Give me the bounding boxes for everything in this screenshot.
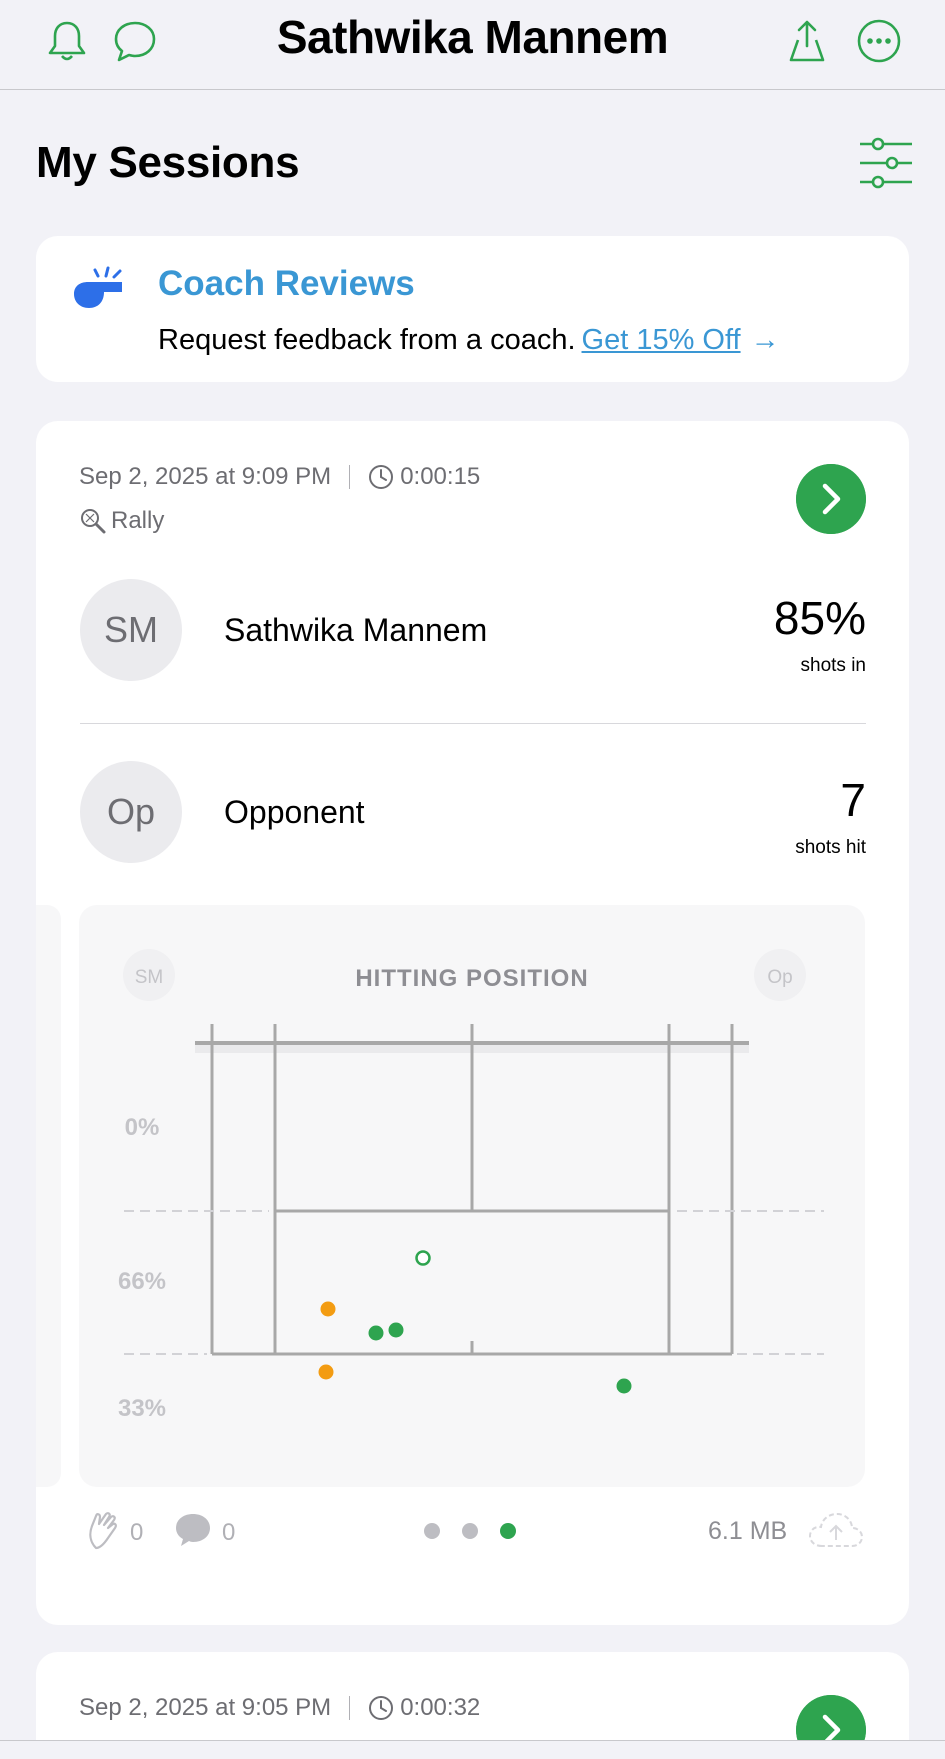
hitting-position-court: SM Op HITTING POSITION 0% 66% 33%	[118, 949, 824, 1422]
shot-marker-orange	[320, 1301, 336, 1317]
arrow-right-icon[interactable]: →	[751, 324, 780, 356]
session-date: Sep 2, 2025 at 9:09 PM	[79, 463, 332, 490]
coach-reviews-subtitle: Request feedback from a coach. Get 15% Of…	[158, 324, 780, 357]
file-size: 6.1 MB	[708, 1517, 788, 1545]
open-session-button[interactable]	[796, 464, 866, 534]
page-indicator[interactable]	[424, 1523, 516, 1539]
shot-marker-green	[388, 1322, 404, 1338]
session-type: Rally	[79, 507, 164, 535]
divider	[80, 723, 866, 724]
shot-marker-orange	[318, 1364, 334, 1380]
clock-icon	[369, 465, 394, 489]
shots-hit-label: shots hit	[795, 837, 866, 858]
session-type-label: Rally	[111, 507, 165, 534]
zone-label-front: 0%	[125, 1114, 160, 1141]
coach-subtitle-text: Request feedback from a coach.	[158, 324, 576, 356]
meta-divider	[349, 1696, 351, 1720]
shot-marker-green	[368, 1325, 384, 1341]
whistle-icon	[74, 266, 122, 308]
session-meta: Sep 2, 2025 at 9:05 PM 0:00:32	[79, 1694, 480, 1722]
hitting-position-chart[interactable]: SM Op HITTING POSITION 0% 66% 33%	[79, 905, 865, 1487]
meta-divider	[349, 465, 351, 489]
avatar: SM	[80, 579, 182, 681]
avatar: Op	[80, 761, 182, 863]
tab-bar[interactable]	[0, 1740, 945, 1759]
coach-reviews-title: Coach Reviews	[158, 264, 415, 303]
zone-label-back: 33%	[118, 1395, 166, 1422]
filter-icon[interactable]	[858, 134, 914, 192]
player-name: Opponent	[224, 794, 365, 830]
player-row-self[interactable]: SM Sathwika Mannem 85% shots in	[80, 579, 866, 683]
shot-marker-green	[616, 1378, 632, 1394]
racket-icon	[81, 509, 106, 534]
section-title: My Sessions	[36, 138, 300, 187]
cloud-upload-icon[interactable]	[808, 1510, 864, 1550]
comment-icon[interactable]	[174, 1512, 212, 1548]
discount-link[interactable]: Get 15% Off	[582, 324, 741, 356]
clock-icon	[369, 1696, 394, 1720]
share-icon[interactable]	[782, 16, 832, 66]
player-name: Sathwika Mannem	[224, 612, 488, 648]
opponent-badge: Op	[767, 967, 792, 988]
page-dot[interactable]	[424, 1523, 440, 1539]
previous-chart-panel[interactable]	[36, 905, 61, 1487]
session-date: Sep 2, 2025 at 9:05 PM	[79, 1694, 332, 1721]
page-dot[interactable]	[462, 1523, 478, 1539]
coach-reviews-card[interactable]: Coach Reviews Request feedback from a co…	[36, 236, 909, 382]
page-dot-active[interactable]	[500, 1523, 516, 1539]
more-icon[interactable]	[854, 16, 904, 66]
session-duration: 0:00:15	[400, 463, 481, 490]
shots-in-value: 85%	[773, 592, 866, 644]
top-bar: Sathwika Mannem	[0, 0, 945, 90]
comments-count: 0	[222, 1519, 236, 1546]
shots-in-label: shots in	[800, 655, 866, 676]
player-row-opponent[interactable]: Op Opponent 7 shots hit	[80, 761, 866, 865]
chart-title: HITTING POSITION	[355, 965, 588, 992]
shots-hit-value: 7	[840, 774, 866, 826]
session-meta: Sep 2, 2025 at 9:09 PM 0:00:15	[79, 463, 480, 491]
claps-count: 0	[130, 1519, 144, 1546]
shot-marker-hollow	[415, 1250, 431, 1266]
self-badge: SM	[135, 967, 164, 988]
zone-label-mid: 66%	[118, 1268, 166, 1295]
clap-icon[interactable]	[86, 1510, 122, 1550]
session-duration: 0:00:32	[400, 1694, 481, 1721]
